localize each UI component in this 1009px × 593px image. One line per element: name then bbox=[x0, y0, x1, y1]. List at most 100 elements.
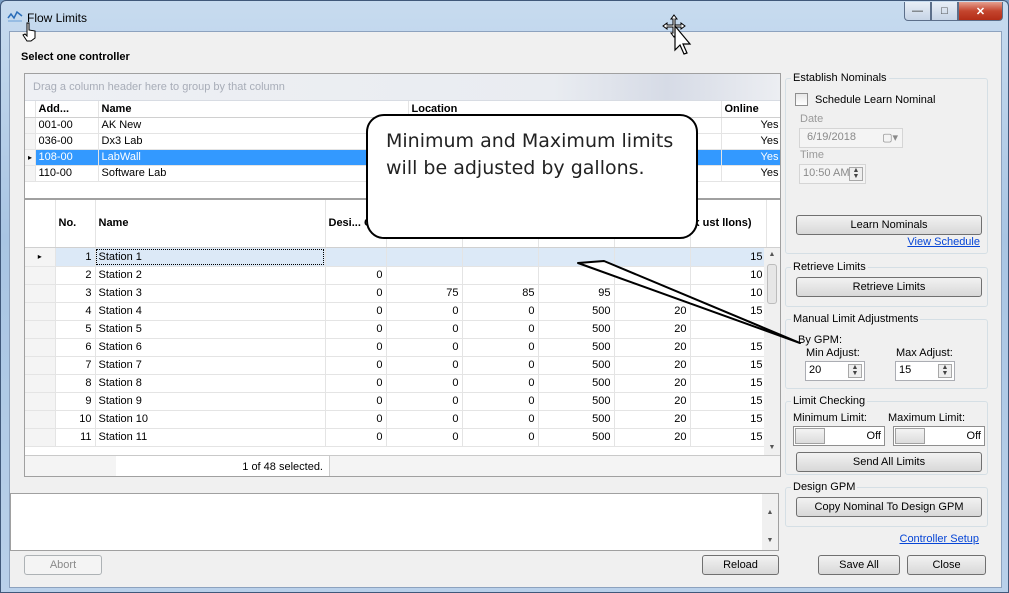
col6-cell[interactable]: 500 bbox=[538, 428, 615, 447]
col5-cell[interactable] bbox=[462, 266, 539, 285]
view-schedule-link[interactable]: View Schedule bbox=[907, 236, 980, 248]
col4-cell[interactable]: 0 bbox=[386, 320, 463, 339]
col4-cell[interactable]: 0 bbox=[386, 356, 463, 375]
design-gpm-cell[interactable]: 0 bbox=[325, 356, 387, 375]
no-cell[interactable]: 8 bbox=[55, 374, 96, 393]
station-grid[interactable]: No. Name Desi... GPM x ust llons) ▸ 1 St… bbox=[24, 199, 781, 477]
station-row[interactable]: 2 Station 2 0 10 bbox=[25, 266, 780, 285]
learn-nominals-button[interactable]: Learn Nominals bbox=[796, 215, 982, 235]
maximum-limit-toggle[interactable]: Off bbox=[893, 426, 985, 446]
scroll-up-icon[interactable]: ▲ bbox=[762, 506, 778, 520]
col5-cell[interactable]: 0 bbox=[462, 392, 539, 411]
name-cell[interactable]: Station 6 bbox=[95, 338, 326, 357]
name-cell[interactable]: Station 8 bbox=[95, 374, 326, 393]
station-row[interactable]: 5 Station 5 0 0 0 500 20 bbox=[25, 320, 780, 339]
design-gpm-cell[interactable] bbox=[325, 248, 387, 267]
col6-cell[interactable]: 500 bbox=[538, 392, 615, 411]
max-adjust-cell[interactable]: 15 bbox=[690, 374, 767, 393]
no-cell[interactable]: 11 bbox=[55, 428, 96, 447]
max-adjust-cell[interactable]: 15 bbox=[690, 410, 767, 429]
col5-cell[interactable]: 0 bbox=[462, 374, 539, 393]
no-cell[interactable]: 2 bbox=[55, 266, 96, 285]
design-gpm-cell[interactable]: 0 bbox=[325, 374, 387, 393]
col7-cell[interactable]: 20 bbox=[614, 320, 691, 339]
no-cell[interactable]: 9 bbox=[55, 392, 96, 411]
max-adjust-cell[interactable]: 15 bbox=[690, 428, 767, 447]
status-log[interactable]: ▲ ▼ bbox=[10, 493, 779, 551]
copy-nominal-button[interactable]: Copy Nominal To Design GPM bbox=[796, 497, 982, 517]
minimize-button[interactable]: — bbox=[904, 2, 931, 21]
max-adjust-cell[interactable]: 15 bbox=[690, 338, 767, 357]
max-adjust-cell[interactable]: 15 bbox=[690, 248, 767, 267]
schedule-learn-checkbox[interactable] bbox=[795, 93, 808, 106]
design-gpm-cell[interactable]: 0 bbox=[325, 302, 387, 321]
station-row[interactable]: 11 Station 11 0 0 0 500 20 15 bbox=[25, 428, 780, 447]
col5-cell[interactable]: 0 bbox=[462, 302, 539, 321]
col4-cell[interactable] bbox=[386, 266, 463, 285]
col6-cell[interactable]: 95 bbox=[538, 284, 615, 303]
name-cell[interactable]: Station 10 bbox=[95, 410, 326, 429]
col5-cell[interactable]: 0 bbox=[462, 410, 539, 429]
col5-cell[interactable]: 85 bbox=[462, 284, 539, 303]
col6-cell[interactable]: 500 bbox=[538, 320, 615, 339]
name-cell[interactable]: Station 3 bbox=[95, 284, 326, 303]
col7-cell[interactable]: 20 bbox=[614, 356, 691, 375]
max-adjust-spinner-icon[interactable]: ▲ ▼ bbox=[938, 364, 952, 378]
col6-cell[interactable]: 500 bbox=[538, 338, 615, 357]
station-row[interactable]: 4 Station 4 0 0 0 500 20 15 bbox=[25, 302, 780, 321]
time-picker[interactable]: 10:50 AM ▲ ▼ bbox=[799, 164, 866, 184]
column-header-no[interactable]: No. bbox=[55, 200, 96, 248]
name-cell[interactable]: Station 4 bbox=[95, 302, 326, 321]
col4-cell[interactable]: 0 bbox=[386, 302, 463, 321]
design-gpm-cell[interactable]: 0 bbox=[325, 266, 387, 285]
col5-cell[interactable] bbox=[462, 248, 539, 267]
no-cell[interactable]: 3 bbox=[55, 284, 96, 303]
max-adjust-cell[interactable]: 15 bbox=[690, 356, 767, 375]
design-gpm-cell[interactable]: 0 bbox=[325, 410, 387, 429]
col4-cell[interactable]: 0 bbox=[386, 338, 463, 357]
station-row[interactable]: 10 Station 10 0 0 0 500 20 15 bbox=[25, 410, 780, 429]
design-gpm-cell[interactable]: 0 bbox=[325, 338, 387, 357]
date-picker[interactable]: 6/19/2018 ▢▾ bbox=[799, 128, 903, 148]
no-cell[interactable]: 6 bbox=[55, 338, 96, 357]
abort-button[interactable]: Abort bbox=[24, 555, 102, 575]
column-header-max-adjust[interactable]: x ust llons) bbox=[690, 200, 767, 248]
name-cell[interactable]: Station 9 bbox=[95, 392, 326, 411]
no-cell[interactable]: 7 bbox=[55, 356, 96, 375]
calendar-dropdown-icon[interactable]: ▢▾ bbox=[882, 131, 898, 144]
col6-cell[interactable]: 500 bbox=[538, 410, 615, 429]
no-cell[interactable]: 5 bbox=[55, 320, 96, 339]
col4-cell[interactable]: 0 bbox=[386, 428, 463, 447]
col6-cell[interactable]: 500 bbox=[538, 374, 615, 393]
design-gpm-cell[interactable]: 0 bbox=[325, 320, 387, 339]
station-row[interactable]: ▸ 1 Station 1 15 bbox=[25, 248, 780, 267]
save-all-button[interactable]: Save All bbox=[818, 555, 900, 575]
scroll-down-icon[interactable]: ▼ bbox=[764, 441, 780, 455]
col6-cell[interactable]: 500 bbox=[538, 302, 615, 321]
close-window-button[interactable]: ✕ bbox=[958, 2, 1003, 21]
max-adjust-cell[interactable]: 15 bbox=[690, 302, 767, 321]
controller-setup-link[interactable]: Controller Setup bbox=[900, 533, 980, 545]
design-gpm-cell[interactable]: 0 bbox=[325, 428, 387, 447]
col4-cell[interactable] bbox=[386, 248, 463, 267]
station-row[interactable]: 6 Station 6 0 0 0 500 20 15 bbox=[25, 338, 780, 357]
no-cell[interactable]: 10 bbox=[55, 410, 96, 429]
col7-cell[interactable] bbox=[614, 284, 691, 303]
column-header-online[interactable]: Online bbox=[721, 101, 780, 118]
group-by-area[interactable]: Drag a column header here to group by th… bbox=[25, 74, 780, 101]
design-gpm-cell[interactable]: 0 bbox=[325, 284, 387, 303]
name-cell[interactable]: Station 5 bbox=[95, 320, 326, 339]
col6-cell[interactable] bbox=[538, 266, 615, 285]
station-row[interactable]: 8 Station 8 0 0 0 500 20 15 bbox=[25, 374, 780, 393]
name-cell[interactable]: Station 1 bbox=[95, 248, 326, 267]
col7-cell[interactable] bbox=[614, 266, 691, 285]
send-all-limits-button[interactable]: Send All Limits bbox=[796, 452, 982, 472]
name-cell[interactable]: Station 11 bbox=[95, 428, 326, 447]
col5-cell[interactable]: 0 bbox=[462, 428, 539, 447]
col7-cell[interactable]: 20 bbox=[614, 410, 691, 429]
col7-cell[interactable]: 20 bbox=[614, 392, 691, 411]
no-cell[interactable]: 4 bbox=[55, 302, 96, 321]
column-header-name[interactable]: Name bbox=[98, 101, 409, 118]
min-adjust-spinner-icon[interactable]: ▲ ▼ bbox=[848, 364, 862, 378]
name-cell[interactable]: Station 7 bbox=[95, 356, 326, 375]
